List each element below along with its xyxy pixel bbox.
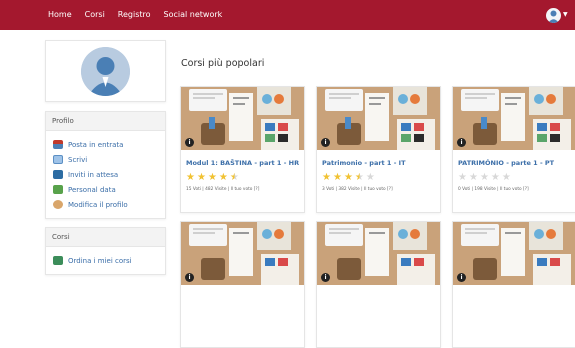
nav-corsi[interactable]: Corsi xyxy=(85,9,105,21)
course-thumbnail[interactable]: i xyxy=(453,87,575,150)
info-icon[interactable]: i xyxy=(457,138,466,147)
course-meta: 3 Voti | 382 Visite | Il tuo voto [?] xyxy=(322,187,393,192)
sort-courses-icon xyxy=(53,256,63,265)
nav-home[interactable]: Home xyxy=(48,9,72,21)
avatar[interactable] xyxy=(81,46,130,96)
star-icon[interactable]: ★ xyxy=(333,173,342,183)
page-title: Corsi più popolari xyxy=(181,58,265,69)
courses-menu: Ordina i miei corsi xyxy=(46,247,165,274)
star-empty-icon[interactable]: ★ xyxy=(491,173,500,183)
star-icon[interactable]: ★ xyxy=(186,173,195,183)
course-card[interactable]: i Modul 1: BAŠTINA - part 1 - HR ★ ★ ★ ★… xyxy=(180,86,305,213)
course-thumbnail[interactable]: i xyxy=(453,222,575,285)
user-icon xyxy=(548,10,559,23)
course-card[interactable]: i xyxy=(180,221,305,348)
rating-stars[interactable]: ★ ★ ★ ★ ★ xyxy=(322,173,375,183)
course-title[interactable]: Modul 1: BAŠTINA - part 1 - HR xyxy=(186,159,299,167)
sidebar-item-sort-courses[interactable]: Ordina i miei corsi xyxy=(53,253,165,268)
sidebar-item-label: Inviti in attesa xyxy=(68,170,119,179)
course-card[interactable]: i xyxy=(452,221,575,348)
sidebar-item-label: Modifica il profilo xyxy=(68,200,128,209)
sidebar-item-label: Scrivi xyxy=(68,155,88,164)
chevron-down-icon[interactable]: ▼ xyxy=(563,11,568,18)
invites-icon xyxy=(53,170,63,179)
desk-illustration xyxy=(317,87,440,150)
sidebar-item-inbox[interactable]: Posta in entrata xyxy=(53,137,165,152)
nav-social-network[interactable]: Social network xyxy=(164,9,223,21)
course-card[interactable]: i xyxy=(316,221,441,348)
nav-registro[interactable]: Registro xyxy=(118,9,151,21)
desk-illustration xyxy=(317,222,440,285)
star-icon[interactable]: ★ xyxy=(344,173,353,183)
course-thumbnail[interactable]: i xyxy=(317,222,440,285)
star-empty-icon[interactable]: ★ xyxy=(502,173,511,183)
sidebar-item-invites[interactable]: Inviti in attesa xyxy=(53,167,165,182)
courses-section-title: Corsi xyxy=(46,228,165,247)
info-icon[interactable]: i xyxy=(321,138,330,147)
star-icon[interactable]: ★ xyxy=(219,173,228,183)
star-icon[interactable]: ★ xyxy=(322,173,331,183)
info-icon[interactable]: i xyxy=(457,273,466,282)
profile-menu: Posta in entrata Scrivi Inviti in attesa… xyxy=(46,131,165,218)
sidebar-item-edit-profile[interactable]: Modifica il profilo xyxy=(53,197,165,212)
star-half-icon[interactable]: ★ xyxy=(355,173,364,183)
course-card[interactable]: i PATRIMÓNIO - parte 1 - PT ★ ★ ★ ★ ★ 0 … xyxy=(452,86,575,213)
course-title[interactable]: PATRIMÓNIO - parte 1 - PT xyxy=(458,159,554,167)
star-empty-icon[interactable]: ★ xyxy=(458,173,467,183)
rating-stars[interactable]: ★ ★ ★ ★ ★ xyxy=(458,173,511,183)
course-card[interactable]: i Patrimonio - part 1 - IT ★ ★ ★ ★ ★ 3 V… xyxy=(316,86,441,213)
edit-profile-icon xyxy=(53,200,63,209)
star-empty-icon[interactable]: ★ xyxy=(480,173,489,183)
compose-icon xyxy=(53,155,63,164)
course-thumbnail[interactable]: i xyxy=(181,222,304,285)
sidebar-item-label: Posta in entrata xyxy=(68,140,124,149)
course-meta: 0 Voti | 198 Visite | Il tuo voto [?] xyxy=(458,187,529,192)
sidebar-item-label: Personal data xyxy=(68,185,116,194)
user-avatar-menu[interactable] xyxy=(546,8,561,23)
course-thumbnail[interactable]: i xyxy=(317,87,440,150)
sidebar-item-personal-data[interactable]: Personal data xyxy=(53,182,165,197)
profile-card xyxy=(45,40,166,102)
top-navbar: Home Corsi Registro Social network ▼ xyxy=(0,0,575,30)
course-title[interactable]: Patrimonio - part 1 - IT xyxy=(322,159,406,167)
sidebar-item-label: Ordina i miei corsi xyxy=(68,256,132,265)
star-icon[interactable]: ★ xyxy=(197,173,206,183)
info-icon[interactable]: i xyxy=(185,273,194,282)
star-empty-icon[interactable]: ★ xyxy=(469,173,478,183)
course-thumbnail[interactable]: i xyxy=(181,87,304,150)
course-meta: 15 Voti | 482 Visite | Il tuo voto [?] xyxy=(186,187,260,192)
user-silhouette-icon xyxy=(81,46,130,96)
rating-stars[interactable]: ★ ★ ★ ★ ★ xyxy=(186,173,239,183)
info-icon[interactable]: i xyxy=(185,138,194,147)
profile-section: Profilo Posta in entrata Scrivi Inviti i… xyxy=(45,111,166,219)
inbox-icon xyxy=(53,140,63,149)
desk-illustration xyxy=(181,222,304,285)
desk-illustration xyxy=(181,87,304,150)
desk-illustration xyxy=(453,87,575,150)
main-nav: Home Corsi Registro Social network xyxy=(48,9,222,21)
sidebar-item-compose[interactable]: Scrivi xyxy=(53,152,165,167)
star-half-icon[interactable]: ★ xyxy=(230,173,239,183)
desk-illustration xyxy=(453,222,575,285)
courses-section: Corsi Ordina i miei corsi xyxy=(45,227,166,275)
personal-data-icon xyxy=(53,185,63,194)
star-empty-icon[interactable]: ★ xyxy=(366,173,375,183)
sidebar: Profilo Posta in entrata Scrivi Inviti i… xyxy=(45,40,166,275)
profile-section-title: Profilo xyxy=(46,112,165,131)
info-icon[interactable]: i xyxy=(321,273,330,282)
star-icon[interactable]: ★ xyxy=(208,173,217,183)
